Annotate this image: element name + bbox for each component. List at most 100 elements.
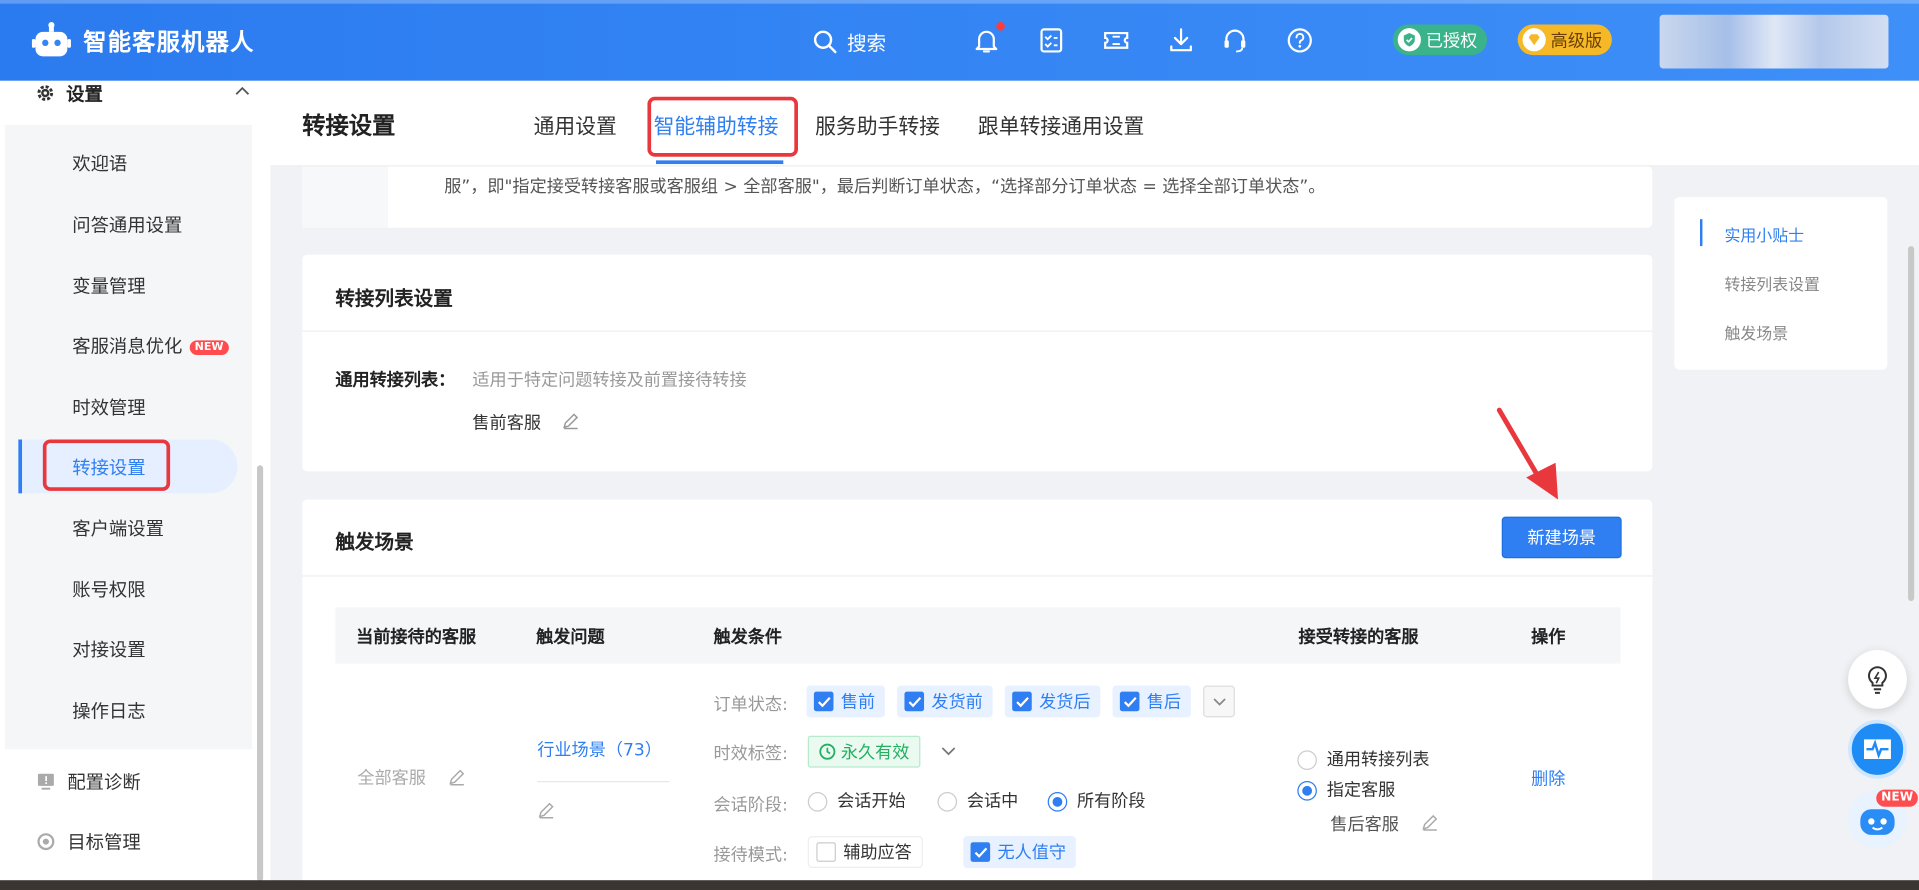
download-icon[interactable] bbox=[1168, 27, 1195, 54]
tab-active-underline bbox=[656, 160, 784, 165]
chevron-down-icon[interactable] bbox=[941, 747, 956, 757]
bell-icon[interactable] bbox=[973, 27, 1000, 54]
order-status-preship-checkbox[interactable]: 发货前 bbox=[897, 685, 993, 718]
authorized-badge[interactable]: 已授权 bbox=[1392, 24, 1488, 56]
current-agent-value: 全部客服 bbox=[357, 768, 426, 789]
sidebar-active-indicator bbox=[18, 439, 23, 494]
heartbeat-icon bbox=[1863, 739, 1891, 760]
checkbox-label: 无人值守 bbox=[997, 843, 1067, 864]
column-header: 触发问题 bbox=[536, 628, 605, 648]
sidebar-section-settings[interactable]: 设置 bbox=[37, 81, 103, 105]
chevron-up-icon[interactable] bbox=[235, 86, 250, 98]
headset-icon[interactable] bbox=[1221, 27, 1248, 54]
sidebar-item-logs[interactable]: 操作日志 bbox=[72, 698, 145, 724]
time-tag-text: 永久有效 bbox=[840, 743, 910, 763]
column-header: 操作 bbox=[1531, 628, 1566, 648]
time-tag-value[interactable]: 永久有效 bbox=[807, 735, 921, 768]
page-anchor-nav: 实用小贴士 转接列表设置 触发场景 bbox=[1674, 197, 1888, 370]
receiver-value: 售后客服 bbox=[1330, 815, 1399, 835]
target-icon bbox=[37, 833, 55, 851]
page-title: 转接设置 bbox=[302, 112, 396, 140]
sidebar-item-account[interactable]: 账号权限 bbox=[72, 577, 145, 603]
column-header: 接受转接的客服 bbox=[1298, 628, 1419, 648]
sidebar-item-welcome[interactable]: 欢迎语 bbox=[72, 151, 127, 177]
session-stage-middle-radio[interactable]: 会话中 bbox=[937, 788, 1018, 812]
session-stage-all-radio[interactable]: 所有阶段 bbox=[1047, 788, 1146, 812]
anchor-tips[interactable]: 实用小贴士 bbox=[1724, 223, 1804, 246]
order-status-presale-checkbox[interactable]: 售前 bbox=[806, 685, 885, 718]
edit-icon[interactable] bbox=[562, 411, 580, 430]
receiver-general-list-radio[interactable]: 通用转接列表 bbox=[1297, 747, 1430, 771]
order-status-aftersale-checkbox[interactable]: 售后 bbox=[1112, 685, 1191, 718]
ticket-icon[interactable] bbox=[1103, 27, 1130, 54]
checkbox-label: 辅助应答 bbox=[843, 843, 912, 864]
order-status-dropdown[interactable] bbox=[1203, 685, 1235, 718]
trigger-scenes-title: 触发场景 bbox=[335, 530, 414, 554]
order-status-postship-checkbox[interactable]: 发货后 bbox=[1004, 685, 1101, 718]
checkbox-checked-icon bbox=[1119, 691, 1140, 712]
authorized-label: 已授权 bbox=[1425, 31, 1478, 51]
sidebar-item-goals[interactable]: 目标管理 bbox=[37, 829, 141, 855]
tips-card: 服”，即"指定接受转接客服或客服组 > 全部客服"，最后判断订单状态，“选择部分… bbox=[302, 166, 1653, 228]
trigger-scenes-card: 触发场景 新建场景 当前接待的客服 触发问题 触发条件 接受转接的客服 操作 全… bbox=[302, 499, 1653, 890]
sidebar-item-message-optimize[interactable]: 客服消息优化 NEW bbox=[72, 333, 229, 359]
anchor-transfer-list[interactable]: 转接列表设置 bbox=[1724, 272, 1819, 295]
sidebar-item-label: 客服消息优化 bbox=[72, 335, 183, 358]
highlight-box-sidebar bbox=[42, 439, 171, 491]
checkbox-checked-icon bbox=[970, 842, 991, 862]
radio-label: 会话开始 bbox=[837, 792, 906, 812]
order-status-label: 订单状态: bbox=[713, 695, 788, 715]
user-account-blurred[interactable] bbox=[1659, 14, 1889, 69]
lightbulb-icon bbox=[1868, 666, 1887, 694]
red-arrow-annotation bbox=[1496, 407, 1559, 500]
anchor-trigger-scenes[interactable]: 触发场景 bbox=[1724, 321, 1788, 344]
checklist-icon[interactable] bbox=[1038, 27, 1065, 54]
checkbox-label: 售后 bbox=[1146, 692, 1182, 713]
tab-general[interactable]: 通用设置 bbox=[534, 109, 617, 139]
tab-follow-order[interactable]: 跟单转接通用设置 bbox=[978, 109, 1144, 139]
monitor-alert-icon bbox=[37, 773, 54, 790]
reception-mode-unattended-checkbox[interactable]: 无人值守 bbox=[963, 836, 1076, 868]
session-stage-start-radio[interactable]: 会话开始 bbox=[807, 788, 906, 812]
page-scrollbar[interactable] bbox=[1908, 246, 1915, 602]
tab-service-assistant[interactable]: 服务助手转接 bbox=[815, 109, 940, 139]
cell-divider bbox=[537, 781, 670, 783]
edit-icon[interactable] bbox=[448, 768, 466, 786]
sidebar-item-integration[interactable]: 对接设置 bbox=[72, 637, 145, 663]
gear-icon bbox=[37, 85, 54, 101]
edition-badge[interactable]: 高级版 bbox=[1517, 24, 1612, 56]
sidebar-section-title: 设置 bbox=[66, 82, 103, 105]
receiver-specified-radio[interactable]: 指定客服 bbox=[1297, 777, 1395, 801]
checkbox-label: 售前 bbox=[840, 692, 876, 713]
chevron-down-icon bbox=[1212, 697, 1226, 706]
sidebar-item-variables[interactable]: 变量管理 bbox=[72, 273, 145, 299]
radio-icon bbox=[1297, 750, 1317, 771]
new-scene-button[interactable]: 新建场景 bbox=[1501, 516, 1622, 559]
session-stage-label: 会话阶段: bbox=[713, 795, 788, 816]
clock-icon bbox=[819, 743, 836, 760]
pulse-float-button[interactable] bbox=[1848, 719, 1907, 779]
notification-dot bbox=[996, 22, 1005, 31]
shield-check-icon bbox=[1397, 28, 1421, 52]
checkbox-checked-icon bbox=[813, 691, 834, 712]
sidebar-item-qa-general[interactable]: 问答通用设置 bbox=[72, 212, 182, 238]
delete-link[interactable]: 删除 bbox=[1531, 766, 1565, 790]
transfer-list-card: 转接列表设置 通用转接列表： 适用于特定问题转接及前置接待转接 售前客服 bbox=[302, 254, 1653, 472]
sidebar-item-timeliness[interactable]: 时效管理 bbox=[72, 394, 145, 420]
tips-card-gutter bbox=[302, 166, 388, 228]
checkbox-checked-icon bbox=[1012, 691, 1032, 712]
reception-mode-label: 接待模式: bbox=[713, 845, 788, 866]
edit-icon[interactable] bbox=[1421, 813, 1439, 831]
sidebar-item-client[interactable]: 客户端设置 bbox=[72, 515, 164, 541]
diamond-icon bbox=[1522, 28, 1546, 52]
sidebar-item-diagnosis[interactable]: 配置诊断 bbox=[37, 769, 141, 795]
help-icon[interactable] bbox=[1286, 27, 1313, 54]
trigger-question-link[interactable]: 行业场景（73） bbox=[537, 737, 662, 761]
sidebar-scrollbar[interactable] bbox=[257, 465, 264, 882]
lightbulb-float-button[interactable] bbox=[1848, 650, 1907, 709]
reception-mode-assist-checkbox[interactable]: 辅助应答 bbox=[807, 836, 923, 868]
radio-icon bbox=[937, 792, 958, 812]
search-button[interactable]: 搜索 bbox=[813, 27, 886, 56]
edit-icon[interactable] bbox=[537, 801, 555, 819]
checkbox-empty-icon bbox=[816, 842, 836, 862]
